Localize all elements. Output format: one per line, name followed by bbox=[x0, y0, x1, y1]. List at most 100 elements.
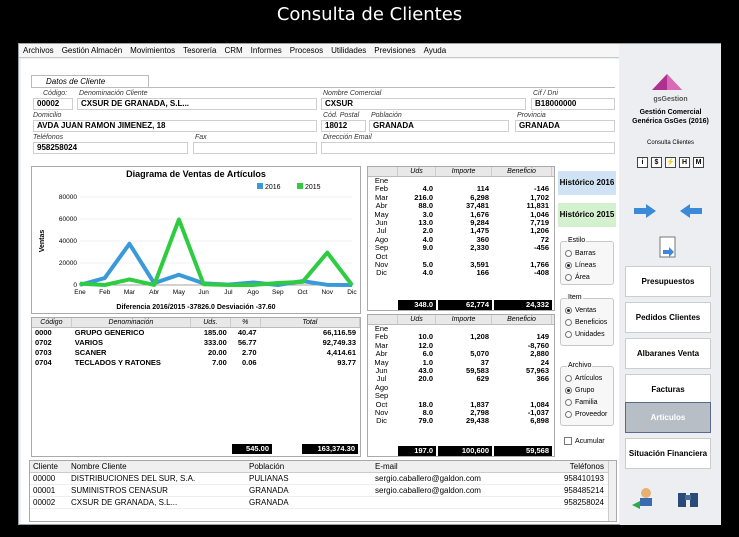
articles-col-header[interactable]: Código bbox=[32, 318, 72, 327]
articles-col-header[interactable]: % bbox=[231, 318, 261, 327]
arrow-left-icon[interactable] bbox=[680, 204, 702, 218]
clients-col-header[interactable]: Teléfonos bbox=[558, 461, 608, 472]
email-field[interactable] bbox=[321, 142, 615, 154]
toolbar-small-icon-2[interactable]: ⚡ bbox=[665, 157, 676, 168]
radio-icon[interactable] bbox=[565, 331, 572, 338]
item-option-0[interactable]: Ventas bbox=[565, 307, 596, 314]
clients-header: Cliente Nombre Cliente Población E-mail Telé… bbox=[30, 461, 616, 473]
estilo-option-2[interactable]: Área bbox=[565, 274, 590, 281]
ventas-2016-header: Uds Importe Beneficio bbox=[368, 167, 554, 177]
toolbar-small-icon-0[interactable]: i bbox=[637, 157, 648, 168]
archivo-option-2[interactable]: Familia bbox=[565, 399, 598, 406]
codigo-label: Código: bbox=[43, 90, 68, 97]
client-row[interactable]: 00001 SUMINISTROS CENASUR GRANADA sergio.ca… bbox=[30, 485, 616, 497]
radio-icon[interactable] bbox=[565, 375, 572, 382]
radio-icon[interactable] bbox=[565, 387, 572, 394]
arrow-right-icon[interactable] bbox=[634, 204, 656, 218]
export-document-icon[interactable] bbox=[657, 236, 679, 260]
ventas_2016-col-header[interactable]: Importe bbox=[436, 167, 492, 176]
radio-icon[interactable] bbox=[565, 274, 572, 281]
historico-2015-button[interactable]: Histórico 2015 bbox=[558, 203, 616, 227]
client-row[interactable]: 00002 CXSUR DE GRANADA, S.L... GRANADA 9582… bbox=[30, 497, 616, 509]
toolbar-small-icon-4[interactable]: M bbox=[693, 157, 704, 168]
ventas-2015-body: Ene Feb 10.0 1,208 149 Mar 12.0 -8,760 Abr 6.0 5,0… bbox=[368, 324, 554, 426]
item-option-1[interactable]: Beneficios bbox=[565, 319, 607, 326]
archivo-option-0[interactable]: Artículos bbox=[565, 375, 602, 382]
articles-col-header[interactable]: Total bbox=[261, 318, 361, 327]
x-tick-label: Abr bbox=[149, 289, 160, 296]
radio-icon[interactable] bbox=[565, 319, 572, 326]
ventas-2015-header: Uds Importe Beneficio bbox=[368, 315, 554, 325]
ventas_2016-col-header[interactable]: Beneficio bbox=[492, 167, 552, 176]
clients-col-header[interactable]: Población bbox=[246, 461, 372, 472]
ventas_2016-row: Dic 4.0 166 -408 bbox=[368, 268, 554, 277]
toolbar-small-icon-1[interactable]: $ bbox=[651, 157, 662, 168]
radio-icon[interactable] bbox=[565, 411, 572, 418]
menu-item-1[interactable]: Gestión Almacén bbox=[58, 44, 126, 57]
month-label: Dic bbox=[376, 416, 387, 426]
radio-icon[interactable] bbox=[565, 399, 572, 406]
clients-scrollbar[interactable] bbox=[608, 461, 616, 521]
historico-2016-button[interactable]: Histórico 2016 bbox=[558, 171, 616, 195]
menu-item-3[interactable]: Tesorería bbox=[179, 44, 220, 57]
x-tick-label: Jun bbox=[198, 289, 209, 296]
archivo-option-1[interactable]: Grupo bbox=[565, 387, 594, 394]
clients-col-header[interactable]: Nombre Cliente bbox=[68, 461, 246, 472]
articles-cell: 20.00 bbox=[207, 348, 227, 357]
clients-col-header[interactable]: E-mail bbox=[372, 461, 558, 472]
radio-icon[interactable] bbox=[565, 307, 572, 314]
menu-item-6[interactable]: Procesos bbox=[286, 44, 327, 57]
x-tick-label: Jul bbox=[224, 289, 233, 296]
data-point-2015 bbox=[227, 284, 230, 286]
menu-item-9[interactable]: Ayuda bbox=[420, 44, 451, 57]
articles-row[interactable]: 0702 VARIOS 333.00 56.77 92,749.33 bbox=[32, 338, 360, 348]
menu-item-2[interactable]: Movimientos bbox=[126, 44, 179, 57]
radio-icon[interactable] bbox=[565, 262, 572, 269]
ventas_2015-col-header[interactable]: Uds bbox=[398, 315, 436, 324]
sidebar-button-3[interactable]: Facturas bbox=[625, 374, 711, 405]
sidebar-button-1[interactable]: Pedidos Clientes bbox=[625, 302, 711, 333]
poblacion-field[interactable]: GRANADA bbox=[369, 120, 509, 132]
denominacion-field[interactable]: CXSUR DE GRANADA, S.L... bbox=[77, 98, 317, 110]
ventas_2016-col-header[interactable]: Uds bbox=[398, 167, 436, 176]
toolbar-small-icon-3[interactable]: H bbox=[679, 157, 690, 168]
articles-col-header[interactable]: Denominación bbox=[72, 318, 192, 327]
estilo-option-1[interactable]: Líneas bbox=[565, 262, 596, 269]
item-option-2[interactable]: Unidades bbox=[565, 331, 605, 338]
articles-row[interactable]: 0703 SCANER 20.00 2.70 4,414.61 bbox=[32, 348, 360, 358]
ventas_2015-cell: 29,438 bbox=[466, 416, 489, 426]
telefonos-field[interactable]: 958258024 bbox=[33, 142, 188, 154]
menu-item-8[interactable]: Previsiones bbox=[370, 44, 419, 57]
sidebar-button-4[interactable]: Artículos bbox=[625, 402, 711, 433]
radio-icon[interactable] bbox=[565, 250, 572, 257]
sidebar-button-0[interactable]: Presupuestos bbox=[625, 266, 711, 297]
ventas_2015-col-header[interactable]: Beneficio bbox=[492, 315, 552, 324]
binoculars-icon[interactable] bbox=[676, 487, 700, 511]
cp-field[interactable]: 18012 bbox=[321, 120, 366, 132]
nombre-comercial-field[interactable]: CXSUR bbox=[321, 98, 526, 110]
menu-item-7[interactable]: Utilidades bbox=[327, 44, 370, 57]
user-exit-icon[interactable] bbox=[632, 487, 656, 511]
articles-col-header[interactable]: Uds. bbox=[191, 318, 231, 327]
menu-item-5[interactable]: Informes bbox=[247, 44, 286, 57]
domicilio-field[interactable]: AVDA JUAN RAMON JIMENEZ, 18 bbox=[33, 120, 317, 132]
menu-item-0[interactable]: Archivos bbox=[19, 44, 58, 57]
estilo-option-0[interactable]: Barras bbox=[565, 250, 596, 257]
clients-col-header[interactable]: Cliente bbox=[30, 461, 68, 472]
articles-cell: 185.00 bbox=[203, 328, 227, 337]
cif-field[interactable]: B18000000 bbox=[531, 98, 615, 110]
acumular-checkbox[interactable]: Acumular bbox=[564, 437, 605, 445]
provincia-field[interactable]: GRANADA bbox=[515, 120, 615, 132]
fax-field[interactable] bbox=[193, 142, 317, 154]
client-row[interactable]: 00000 DISTRIBUCIONES DEL SUR, S.A. PULIANA… bbox=[30, 473, 616, 485]
menu-item-4[interactable]: CRM bbox=[220, 44, 246, 57]
articles-row[interactable]: 0704 TECLADOS Y RATONES 7.00 0.06 93.77 bbox=[32, 358, 360, 368]
codigo-field[interactable]: 00002 bbox=[33, 98, 73, 110]
sidebar-button-5[interactable]: Situación Financiera bbox=[625, 438, 711, 469]
archivo-option-3[interactable]: Proveedor bbox=[565, 411, 607, 418]
sidebar-button-2[interactable]: Albaranes Venta bbox=[625, 338, 711, 369]
checkbox-box[interactable] bbox=[564, 437, 572, 445]
ventas_2015-col-header[interactable]: Importe bbox=[436, 315, 492, 324]
articles-row[interactable]: 0000 GRUPO GENERICO 185.00 40.47 66,116.59 bbox=[32, 328, 360, 338]
client-section-tab[interactable]: Datos de Cliente bbox=[31, 75, 149, 87]
